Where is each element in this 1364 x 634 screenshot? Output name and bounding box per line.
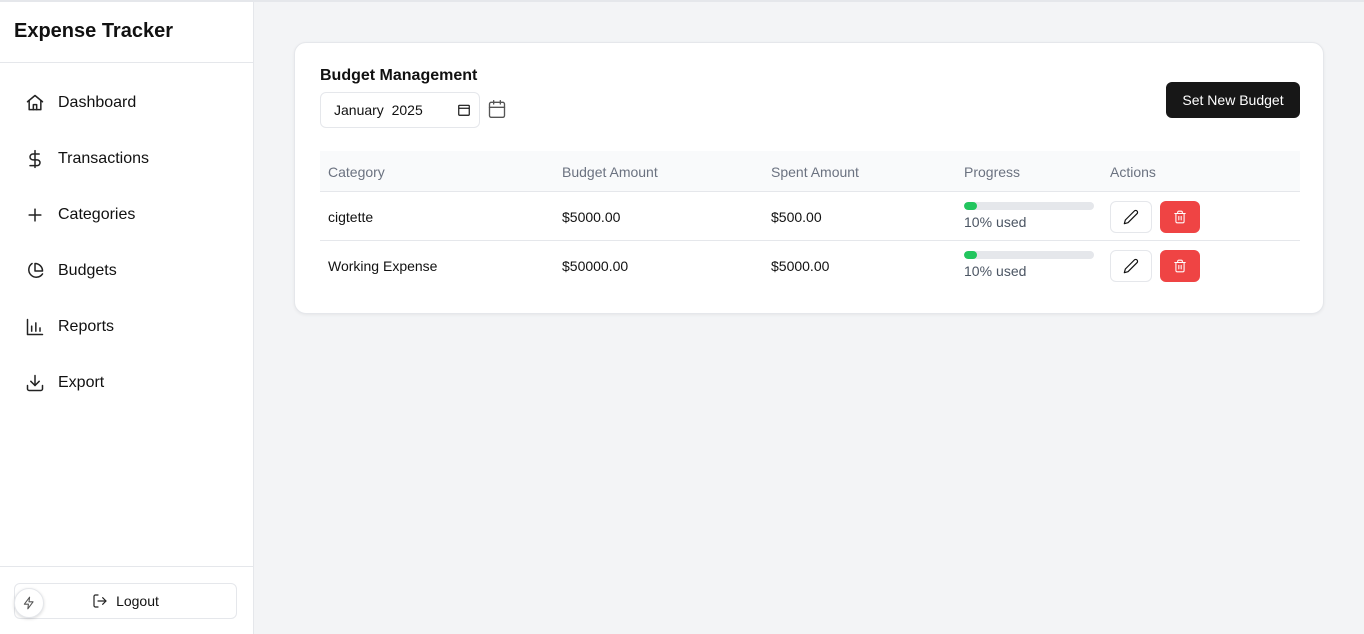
logout-icon: [93, 594, 107, 608]
progress-text: 10% used: [964, 214, 1094, 230]
sidebar-item-transactions[interactable]: Transactions: [0, 131, 253, 187]
edit-button[interactable]: [1110, 250, 1152, 282]
budget-card: Budget Management January 2025 Set New B…: [294, 42, 1324, 314]
sidebar-item-dashboard[interactable]: Dashboard: [0, 75, 253, 131]
spent-amount-cell: $5000.00: [771, 258, 830, 274]
pencil-icon: [1123, 258, 1139, 274]
progress-fill: [964, 202, 977, 210]
column-header-budget-amount: Budget Amount: [562, 164, 658, 180]
sidebar-item-export[interactable]: Export: [0, 355, 253, 411]
progress-used-label: used: [996, 263, 1027, 279]
sidebar: Expense Tracker Dashboard Transactions C…: [0, 2, 254, 634]
table-row: cigtette $5000.00 $500.00 10% used: [320, 192, 1300, 241]
sidebar-item-budgets[interactable]: Budgets: [0, 243, 253, 299]
trash-icon: [1174, 259, 1186, 273]
delete-button[interactable]: [1160, 201, 1200, 233]
sidebar-footer: Logout: [0, 566, 253, 634]
home-icon: [24, 92, 46, 114]
sidebar-item-label: Reports: [58, 318, 115, 335]
column-header-actions: Actions: [1110, 164, 1156, 180]
progress-used-label: used: [996, 214, 1027, 230]
delete-button[interactable]: [1160, 250, 1200, 282]
budget-amount-cell: $50000.00: [562, 258, 629, 274]
column-header-progress: Progress: [964, 164, 1021, 180]
sidebar-item-reports[interactable]: Reports: [0, 299, 253, 355]
progress-fill: [964, 251, 977, 259]
table-header: Category Budget Amount Spent Amount Prog…: [320, 151, 1300, 192]
calendar-picker-icon[interactable]: [457, 103, 471, 117]
budget-amount-cell: $5000.00: [562, 209, 621, 225]
download-icon: [24, 372, 46, 394]
progress-cell: 10% used: [964, 202, 1094, 230]
page-title: Budget Management: [320, 67, 478, 84]
calendar-icon[interactable]: [487, 99, 509, 121]
set-new-budget-button[interactable]: Set New Budget: [1166, 82, 1300, 118]
sidebar-item-label: Dashboard: [58, 94, 137, 111]
pie-chart-icon: [24, 260, 46, 282]
edit-button[interactable]: [1110, 201, 1152, 233]
sidebar-nav: Dashboard Transactions Categories Budget…: [0, 63, 253, 411]
sidebar-item-label: Categories: [58, 206, 136, 223]
progress-text: 10% used: [964, 263, 1094, 279]
column-header-category: Category: [328, 164, 385, 180]
spent-amount-cell: $500.00: [771, 209, 822, 225]
dollar-icon: [24, 148, 46, 170]
column-header-spent-amount: Spent Amount: [771, 164, 859, 180]
progress-percent: 10%: [964, 214, 993, 230]
sidebar-item-label: Budgets: [58, 262, 117, 279]
plus-icon: [24, 204, 46, 226]
logout-label: Logout: [116, 593, 159, 609]
progress-bar: [964, 202, 1094, 210]
budget-table: Category Budget Amount Spent Amount Prog…: [320, 151, 1300, 290]
trash-icon: [1174, 210, 1186, 224]
bar-chart-icon: [24, 316, 46, 338]
category-cell: Working Expense: [328, 258, 438, 274]
month-input[interactable]: January 2025: [320, 92, 480, 128]
logout-button[interactable]: Logout: [14, 583, 237, 619]
progress-bar: [964, 251, 1094, 259]
lightning-bolt-icon[interactable]: [14, 588, 44, 618]
month-value: January 2025: [334, 102, 423, 118]
category-cell: cigtette: [328, 209, 374, 225]
sidebar-item-label: Transactions: [58, 150, 149, 167]
pencil-icon: [1123, 209, 1139, 225]
sidebar-item-categories[interactable]: Categories: [0, 187, 253, 243]
progress-cell: 10% used: [964, 251, 1094, 279]
table-row: Working Expense $50000.00 $5000.00 10% u…: [320, 241, 1300, 290]
sidebar-item-label: Export: [58, 374, 105, 391]
progress-percent: 10%: [964, 263, 993, 279]
app-title: Expense Tracker: [0, 2, 253, 63]
